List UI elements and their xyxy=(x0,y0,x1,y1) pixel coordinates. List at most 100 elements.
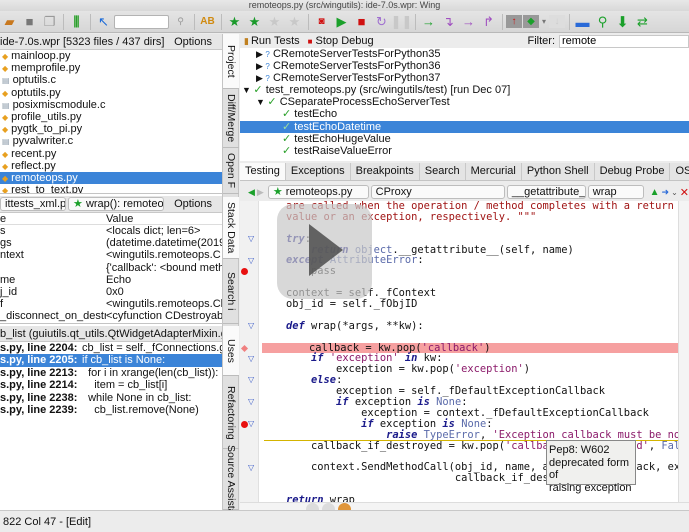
fold-toggle-icon[interactable]: ▽ xyxy=(248,321,254,330)
uses-row[interactable]: s.py, line 2214: item = cb_list[i] xyxy=(0,379,222,391)
tab-debug-probe[interactable]: Debug Probe xyxy=(595,163,671,180)
fold-toggle-icon[interactable]: ▽ xyxy=(248,419,254,428)
uses-row[interactable]: s.py, line 2205: if cb_list is None: xyxy=(0,354,222,367)
pause-icon[interactable]: ❚❚ xyxy=(391,12,413,31)
filter-input[interactable] xyxy=(559,34,689,48)
code-line[interactable]: return wrap xyxy=(264,495,678,502)
save-all-icon[interactable]: ❐ xyxy=(40,12,59,31)
col-value-header[interactable]: Value xyxy=(106,213,133,225)
bookmark-next-icon[interactable]: ★ xyxy=(285,12,304,31)
save-icon[interactable]: ■ xyxy=(20,12,39,31)
tab-os-c[interactable]: OS C xyxy=(670,163,689,180)
search-small-icon[interactable]: ⚲ xyxy=(171,12,190,31)
step-out-icon[interactable]: → xyxy=(459,12,478,31)
class-combo[interactable]: CProxy xyxy=(370,185,505,199)
close-icon[interactable]: ✕ xyxy=(680,186,689,199)
uses-row[interactable]: s.py, line 2239: cb_list.remove(None) xyxy=(0,404,222,416)
fold-toggle-icon[interactable]: ▽ xyxy=(248,354,254,363)
download-icon[interactable]: ⬇ xyxy=(613,12,632,31)
breakpoint-marker[interactable] xyxy=(241,421,248,428)
expand-arrow-icon[interactable]: ▶ xyxy=(256,73,265,83)
scope-combo[interactable]: wrap xyxy=(587,185,644,199)
project-file-item[interactable]: ▤ pyvalwriter.c xyxy=(0,135,222,147)
forward-arrow-icon[interactable]: ▶ xyxy=(257,187,264,198)
search-icon[interactable]: ⚲ xyxy=(593,12,612,31)
test-tree-item[interactable]: ▼ ✓ test_remoteops.py (src/wingutils/tes… xyxy=(240,84,689,96)
col-name-header[interactable]: e xyxy=(0,213,106,225)
stack-row[interactable]: gs (datetime.datetime(2019 xyxy=(0,237,222,249)
down-frame-icon[interactable]: ◆ xyxy=(523,15,539,28)
project-file-item[interactable]: ◆ optutils.py xyxy=(0,87,222,99)
options-chevron-icon[interactable]: ⌄ xyxy=(671,188,678,197)
video-play-overlay[interactable] xyxy=(277,204,372,299)
spellcheck-icon[interactable]: AB xyxy=(198,12,217,31)
frame-combo[interactable]: ★ wrap(): remoteops xyxy=(68,197,164,211)
breakpoint-icon[interactable]: ◙ xyxy=(312,12,331,31)
project-file-item[interactable]: ◆ reflect.py xyxy=(0,160,222,172)
file-combo[interactable]: ★ remoteops.py xyxy=(267,185,369,199)
vtab-refactoring[interactable]: Refactoring xyxy=(223,377,239,449)
code-line[interactable]: def wrap(*args, **kw): xyxy=(264,320,678,332)
uses-row[interactable]: s.py, line 2204: cb_list = self._fConnect… xyxy=(0,342,222,354)
stop-debug-button[interactable]: Stop Debug xyxy=(316,35,374,47)
project-file-item[interactable]: ◆ remoteops.py xyxy=(0,171,222,185)
up-frame-icon[interactable]: ↑ xyxy=(506,15,522,28)
tab-search[interactable]: Search xyxy=(420,163,466,180)
bookmark-star-icon[interactable]: ★ xyxy=(225,12,244,31)
editor-gutter[interactable]: ▽ ▽ ▽ ▽ ▽ ▽ ▽ ▽ xyxy=(240,201,259,502)
stack-row[interactable]: {'callback': <bound meth xyxy=(0,262,222,274)
project-options-button[interactable]: Options xyxy=(174,36,222,48)
thread-combo[interactable]: ittests_xml.p xyxy=(0,197,66,211)
frame-dropdown-icon[interactable]: ▾ xyxy=(540,12,548,31)
tab-python-shell[interactable]: Python Shell xyxy=(522,163,595,180)
warning-icon[interactable]: ▲ xyxy=(650,187,660,198)
project-file-item[interactable]: ◆ mainloop.py xyxy=(0,50,222,62)
stack-row[interactable]: _disconnect_on_destroy<cyfunction CDestr… xyxy=(0,310,222,322)
project-file-item[interactable]: ▤ optutils.c xyxy=(0,74,222,86)
code-line[interactable]: obj_id = self._fObjID xyxy=(264,299,678,310)
tab-mercurial[interactable]: Mercurial xyxy=(466,163,522,180)
stack-options-button[interactable]: Options xyxy=(174,198,222,210)
fold-toggle-icon[interactable]: ▽ xyxy=(248,463,254,472)
restart-icon[interactable]: ↻ xyxy=(372,12,391,31)
project-file-item[interactable]: ◆ profile_utils.py xyxy=(0,111,222,123)
collapse-arrow-icon[interactable]: ▼ xyxy=(256,97,267,107)
indent-icon[interactable]: ⫼ xyxy=(67,12,86,31)
step-over-icon[interactable]: ↴ xyxy=(439,12,458,31)
uses-title[interactable]: b_list (guiutils.qt_utils.QtWidgetAdapte… xyxy=(0,328,222,340)
tab-testing[interactable]: Testing xyxy=(240,163,286,180)
test-tree-item[interactable]: ▼ ✓ CSeparateProcessEchoServerTest xyxy=(240,96,689,108)
uses-row[interactable]: s.py, line 2213: for i in xrange(len(cb_… xyxy=(0,367,222,379)
fold-toggle-icon[interactable]: ▽ xyxy=(248,375,254,384)
bookmark-prev-icon[interactable]: ★ xyxy=(265,12,284,31)
test-tree-item[interactable]: ✓ testRaiseValueError xyxy=(240,145,689,157)
stop-icon[interactable]: ■ xyxy=(352,12,371,31)
step-into-icon[interactable]: → xyxy=(419,12,438,31)
expand-arrow-icon[interactable]: ▶ xyxy=(256,49,265,59)
stack-row[interactable]: me Echo xyxy=(0,274,222,286)
vtab-stack-data[interactable]: Stack Data xyxy=(223,197,239,259)
test-tree-item[interactable]: ✓ testEchoHugeValue xyxy=(240,133,689,145)
back-arrow-icon[interactable]: ◀ xyxy=(248,187,255,198)
collapse-arrow-icon[interactable]: ▼ xyxy=(242,85,253,95)
select-arrow-icon[interactable]: ↖ xyxy=(94,12,113,31)
stack-row[interactable]: _doc__<0x1005caf00>The most base type xyxy=(0,323,222,324)
uses-row[interactable]: s.py, line 2238: while None in cb_list: xyxy=(0,392,222,404)
step-return-icon[interactable]: ↱ xyxy=(479,12,498,31)
test-tree-item[interactable]: ▶ ? CRemoteServerTestsForPython35 xyxy=(240,48,689,60)
stack-row[interactable]: f <wingutils.remoteops.Cl xyxy=(0,298,222,310)
disabled-frame-icon[interactable]: ↓ xyxy=(549,15,565,28)
fold-toggle-icon[interactable]: ▽ xyxy=(248,256,254,265)
vtab-search[interactable]: Search i xyxy=(223,260,239,324)
project-file-item[interactable]: ▤ posixmiscmodule.c xyxy=(0,99,222,111)
run-icon[interactable]: ▶ xyxy=(332,12,351,31)
breakpoint-marker[interactable] xyxy=(241,268,248,276)
method-combo[interactable]: __getattribute__ xyxy=(506,185,586,199)
open-folder-icon[interactable]: ▰ xyxy=(0,12,19,31)
project-file-item[interactable]: ◆ memprofile.py xyxy=(0,62,222,74)
expand-arrow-icon[interactable]: ▶ xyxy=(256,61,265,71)
stack-row[interactable]: j_id 0x0 xyxy=(0,286,222,298)
test-tree-item[interactable]: ▶ ? CRemoteServerTestsForPython37 xyxy=(240,72,689,84)
test-tree-item[interactable]: ✓ testEcho xyxy=(240,108,689,120)
run-tests-button[interactable]: Run Tests xyxy=(251,35,300,47)
